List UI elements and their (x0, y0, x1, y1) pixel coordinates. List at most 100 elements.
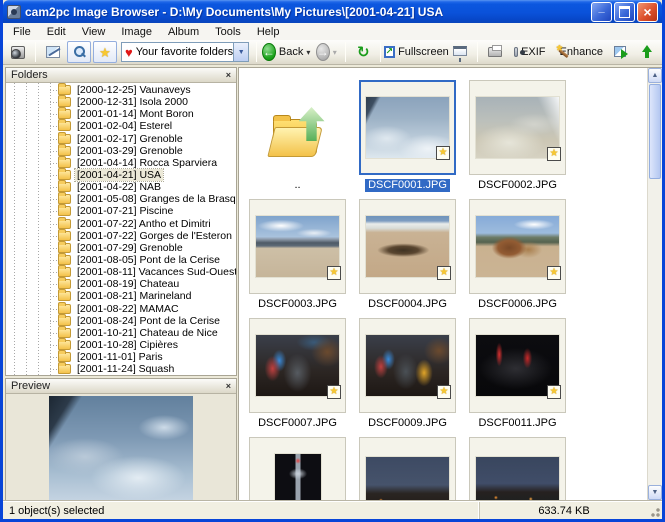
folder-tree-item[interactable]: [2001-02-17] Grenoble (6, 133, 236, 145)
folder-tree-item[interactable]: [2001-10-21] Chateau de Nice (6, 327, 236, 339)
menu-file[interactable]: File (5, 25, 39, 39)
thumbnails-scrollbar-thumb[interactable] (649, 84, 661, 179)
folders-panel: Folders [2000-12-25] Vaunaveys [2000-12-… (5, 67, 237, 376)
menu-edit[interactable]: Edit (39, 25, 74, 39)
thumbnail-cell[interactable] (469, 437, 566, 500)
folder-label: [2001-08-05] Pont de la Cerise (75, 254, 222, 266)
menu-album[interactable]: Album (160, 25, 207, 39)
folder-tree-item[interactable]: [2001-10-28] Cipières (6, 339, 236, 351)
folder-tree-item[interactable]: [2001-01-14] Mont Boron (6, 108, 236, 120)
slideshow-screen-icon (453, 46, 467, 56)
folder-tree-item[interactable]: [2001-07-21] Piscine (6, 205, 236, 217)
toolbar-separator (380, 42, 381, 62)
thumbnail-cell[interactable]: DSCF0011.JPG (469, 318, 566, 431)
thumbnails-scrollbar-track[interactable] (648, 83, 662, 485)
thumbnail-image (274, 453, 322, 500)
title-bar[interactable]: cam2pc Image Browser - D:\My Documents\M… (3, 0, 662, 23)
folder-tree-item[interactable]: [2001-08-21] Marineland (6, 290, 236, 302)
minimize-button[interactable] (591, 2, 612, 22)
folder-tree-item[interactable]: [2001-08-19] Chateau (6, 278, 236, 290)
folder-tree-item-selected[interactable]: [2001-04-21] USA (6, 169, 236, 181)
back-button[interactable]: Back ▾ (262, 41, 310, 63)
enhance-button[interactable]: Enhance (553, 41, 607, 63)
folder-icon (58, 304, 71, 314)
resize-grip[interactable] (648, 502, 662, 519)
close-preview-panel-button[interactable] (226, 382, 231, 391)
refresh-button[interactable] (351, 41, 375, 63)
folder-tree-item[interactable]: [2001-08-24] Pont de la Cerise (6, 315, 236, 327)
folder-tree-item[interactable]: [2001-02-04] Esterel (6, 120, 236, 132)
folder-tree-item[interactable]: [2001-11-01] Paris (6, 351, 236, 363)
menu-view[interactable]: View (74, 25, 114, 39)
folder-tree-item[interactable]: [2001-07-22] Gorges de l'Esteron (6, 230, 236, 242)
folder-tree-item[interactable]: [2001-11-24] Squash (6, 363, 236, 375)
close-folders-panel-button[interactable] (226, 71, 231, 80)
thumbnail-image (365, 456, 450, 500)
folder-tree-item[interactable]: [2001-04-22] NAB (6, 181, 236, 193)
exif-button[interactable]: EXIF (509, 41, 550, 63)
menu-help[interactable]: Help (249, 25, 288, 39)
back-icon (262, 43, 276, 61)
folder-tree-item[interactable]: [2001-03-29] Grenoble (6, 145, 236, 157)
star-icon: ★ (99, 46, 111, 59)
upload-button[interactable] (635, 41, 659, 63)
toolbar-separator (477, 42, 478, 62)
parent-folder-cell[interactable]: .. (249, 83, 346, 193)
folder-label: [2001-07-29] Grenoble (75, 242, 185, 254)
folder-icon (58, 316, 71, 326)
magnifier-icon (73, 46, 86, 59)
thumbnail-cell[interactable]: DSCF0003.JPG (249, 199, 346, 312)
folder-tree-item[interactable]: [2000-12-25] Vaunaveys (6, 84, 236, 96)
parent-folder-label: .. (291, 179, 303, 192)
back-label: Back (279, 46, 303, 58)
thumbnails-scrollbar[interactable] (647, 68, 662, 500)
folders-panel-header: Folders (6, 68, 236, 83)
thumbnail-cell[interactable]: DSCF0004.JPG (359, 199, 456, 312)
maximize-button[interactable] (614, 2, 635, 22)
folder-tree-item[interactable]: [2000-12-31] Isola 2000 (6, 96, 236, 108)
image-adjust-button[interactable] (41, 41, 65, 63)
folder-label: [2001-07-22] Antho et Dimitri (75, 218, 213, 230)
thumbnail-cell[interactable]: DSCF0009.JPG (359, 318, 456, 431)
scroll-down-arrow-icon[interactable] (648, 485, 662, 500)
app-icon (7, 5, 21, 19)
favorites-mode-button[interactable]: ★ (93, 41, 117, 63)
convert-button[interactable] (609, 41, 633, 63)
favorite-folders-dropdown[interactable]: ♥ Your favorite folders (121, 42, 249, 62)
thumbnail-label: DSCF0007.JPG (255, 417, 340, 430)
folder-tree-item[interactable]: [2001-07-22] Antho et Dimitri (6, 218, 236, 230)
menu-tools[interactable]: Tools (207, 25, 249, 39)
thumbnail-cell[interactable] (249, 437, 346, 500)
folder-tree-item[interactable]: [2001-05-08] Granges de la Brasque (6, 193, 236, 205)
folder-icon (58, 231, 71, 241)
dropdown-arrow-icon[interactable] (233, 43, 248, 61)
thumbnail-row (249, 437, 647, 500)
print-button[interactable] (483, 41, 507, 63)
toolbar: ★ ♥ Your favorite folders Back ▾ ▾ Fulls… (3, 40, 662, 65)
folder-tree-item[interactable]: [2001-08-05] Pont de la Cerise (6, 254, 236, 266)
upload-arrow-icon (641, 45, 653, 59)
browse-mode-button[interactable] (67, 41, 91, 63)
menu-bar: File Edit View Image Album Tools Help (3, 23, 662, 40)
slideshow-button[interactable] (448, 41, 472, 63)
menu-image[interactable]: Image (113, 25, 160, 39)
thumbnail-cell[interactable] (359, 437, 456, 500)
folder-tree-item[interactable]: [2001-08-11] Vacances Sud-Ouest (6, 266, 236, 278)
folder-tree-item[interactable]: [2001-08-22] MAMAC (6, 303, 236, 315)
forward-button[interactable]: ▾ (312, 41, 340, 63)
thumbnail-label: DSCF0009.JPG (365, 417, 450, 430)
thumbnail-image (475, 456, 560, 500)
thumbnail-cell[interactable]: DSCF0007.JPG (249, 318, 346, 431)
camera-download-button[interactable] (6, 41, 30, 63)
folder-tree-item[interactable]: [2001-04-14] Rocca Sparviera (6, 157, 236, 169)
thumbnail-label: DSCF0004.JPG (365, 298, 450, 311)
fullscreen-button[interactable]: Fullscreen (386, 41, 446, 63)
scroll-up-arrow-icon[interactable] (648, 68, 662, 83)
thumbnail-cell-selected[interactable]: DSCF0001.JPG (359, 80, 456, 193)
favorite-star-icon (437, 266, 451, 280)
thumbnail-cell[interactable]: DSCF0006.JPG (469, 199, 566, 312)
thumbnail-cell[interactable]: DSCF0002.JPG (469, 80, 566, 193)
back-history-arrow-icon[interactable]: ▾ (306, 48, 310, 57)
close-button[interactable] (637, 2, 658, 22)
folder-tree-item[interactable]: [2001-07-29] Grenoble (6, 242, 236, 254)
